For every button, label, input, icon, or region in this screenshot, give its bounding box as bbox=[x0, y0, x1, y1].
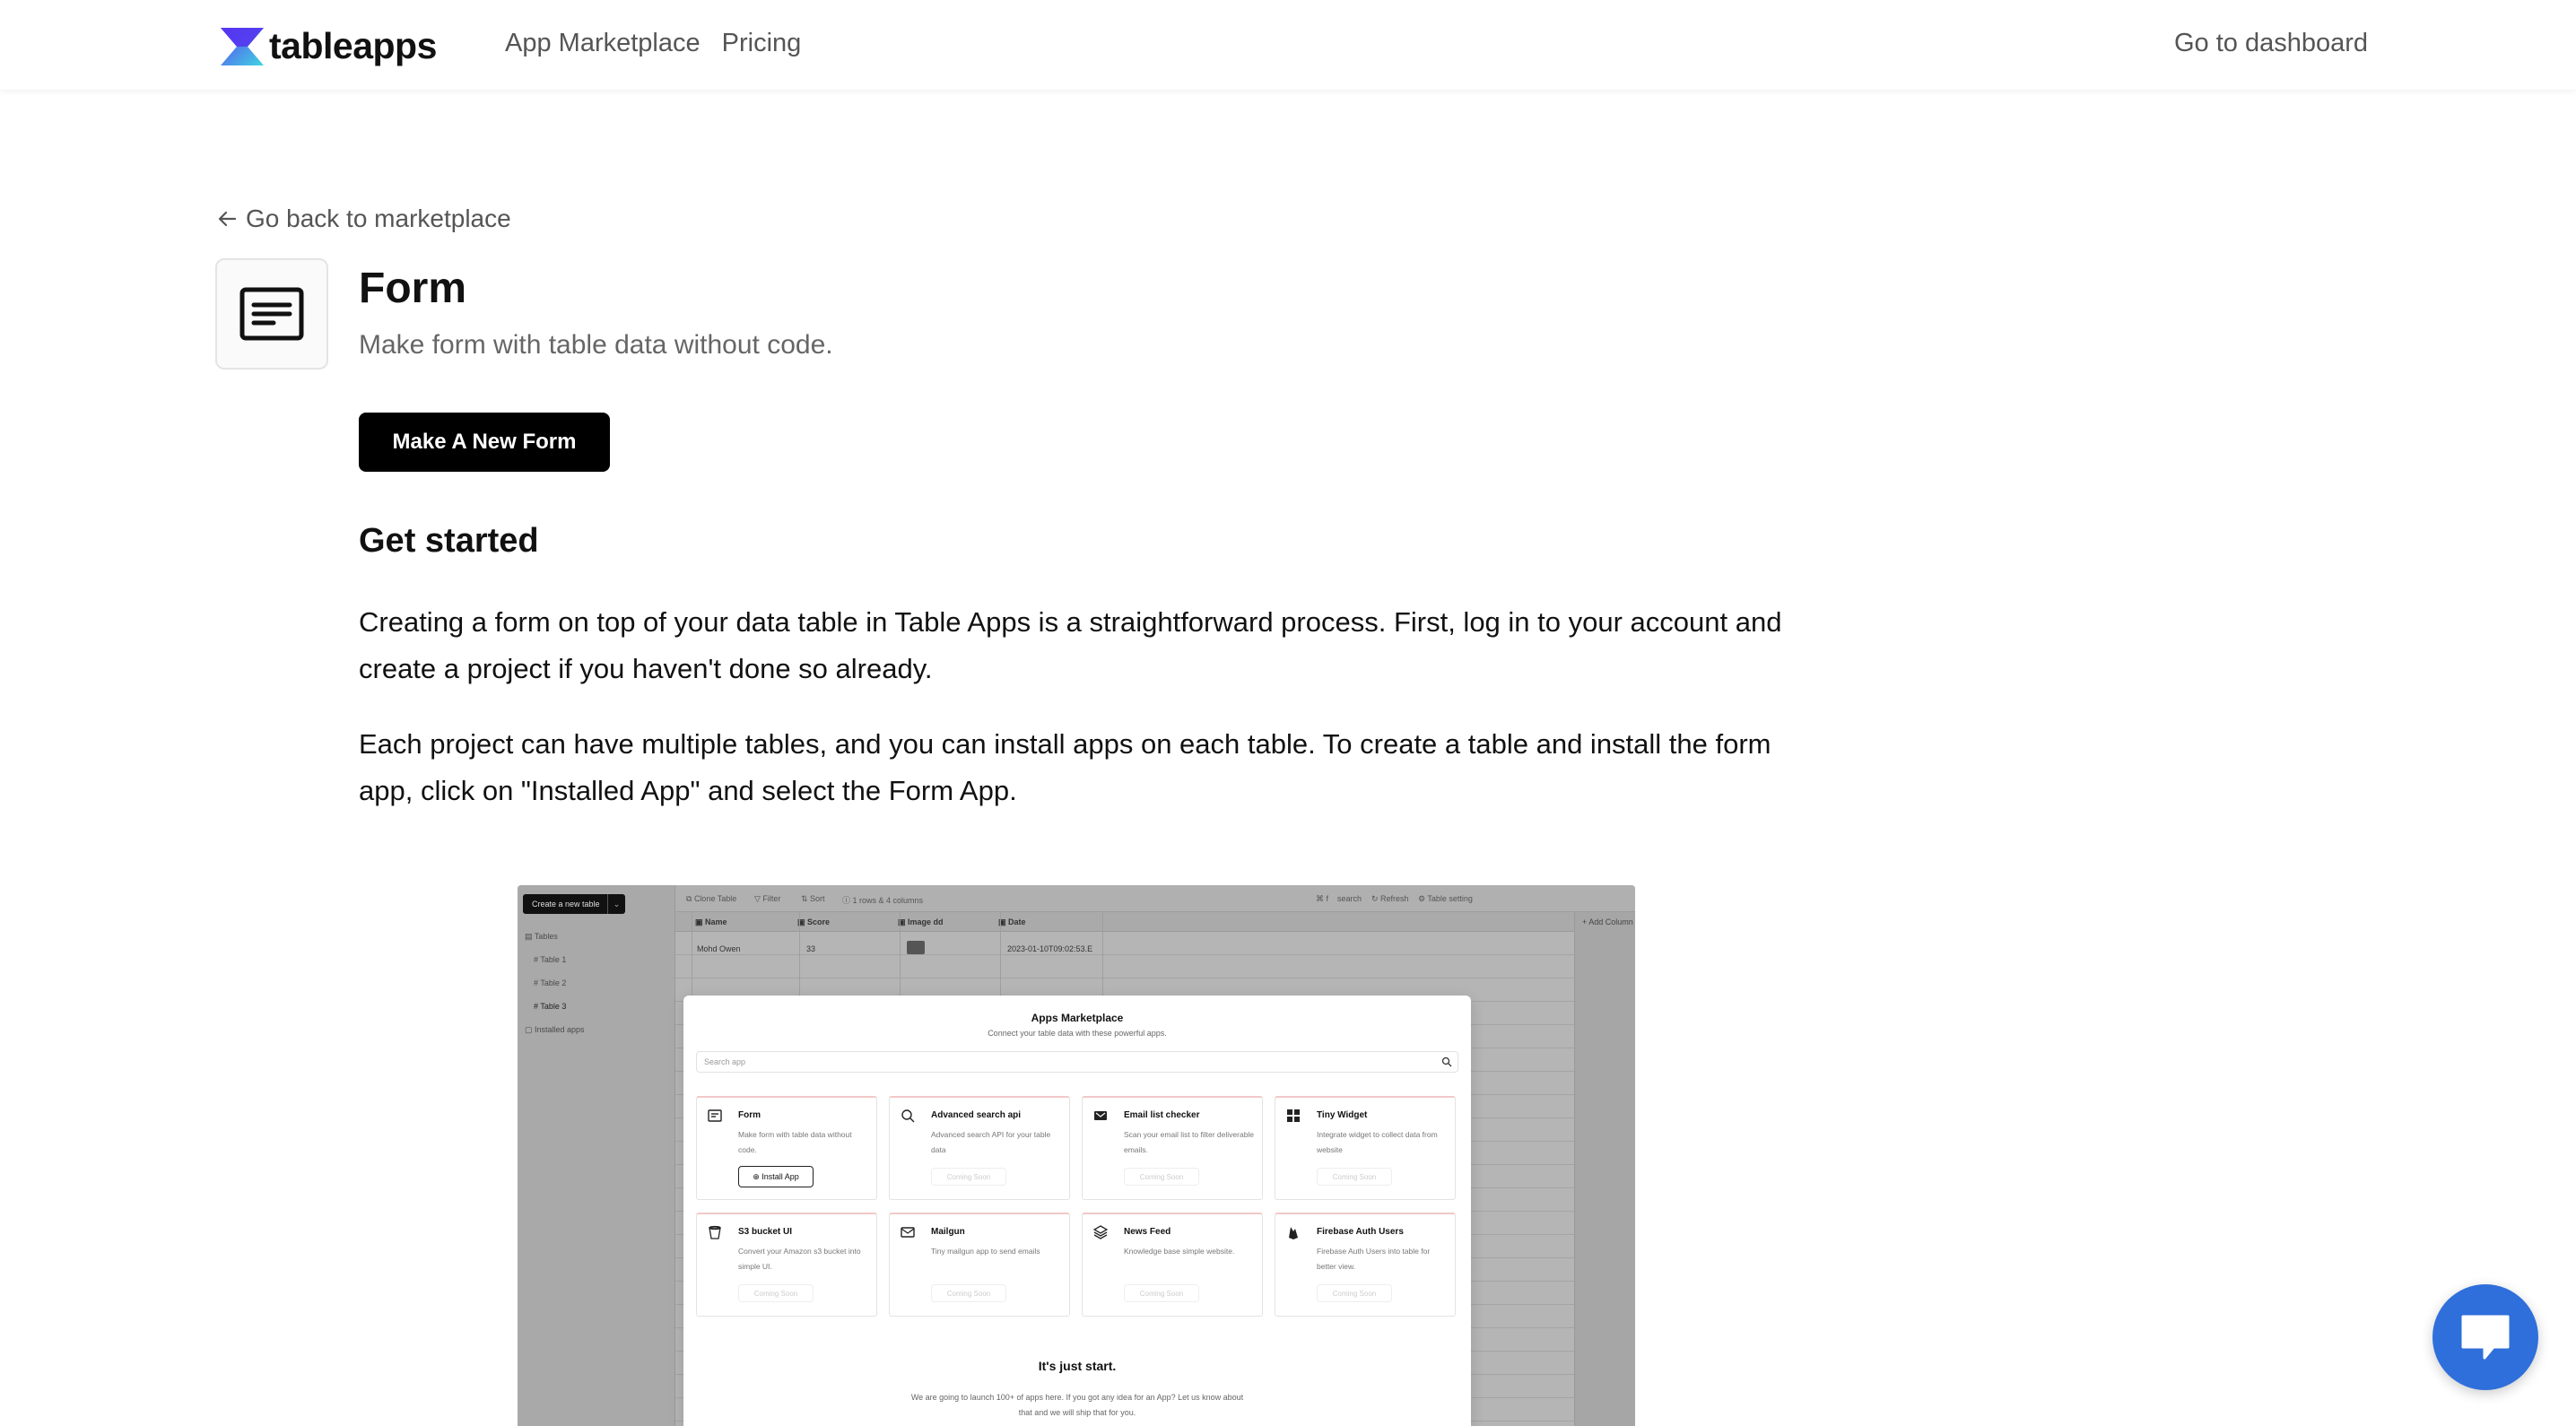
coming-soon-badge: Coming Soon bbox=[1124, 1168, 1199, 1186]
screenshot-tables-label: ▤ Tables bbox=[525, 932, 558, 941]
bucket-icon bbox=[709, 1225, 721, 1239]
get-started-paragraph-1: Creating a form on top of your data tabl… bbox=[359, 606, 1782, 684]
screenshot-table-item: # Table 1 bbox=[534, 955, 567, 964]
app-card-title: Form bbox=[738, 1110, 761, 1120]
nav-app-marketplace[interactable]: App Marketplace bbox=[505, 29, 701, 58]
go-to-dashboard-link[interactable]: Go to dashboard bbox=[2174, 29, 2368, 58]
widget-icon bbox=[1287, 1109, 1300, 1122]
screenshot-table-info: ⓘ 1 rows & 4 columns bbox=[842, 896, 924, 905]
screenshot-installed-apps: ▢ Installed apps bbox=[525, 1025, 585, 1034]
app-card-form: Form Make form with table data without c… bbox=[696, 1096, 877, 1200]
search-icon bbox=[1441, 1056, 1452, 1067]
tutorial-screenshot: Create a new table ⌄ ▤ Tables # Table 1 … bbox=[518, 885, 1635, 1426]
screenshot-col-name: ▣ Name bbox=[695, 917, 727, 926]
app-card-desc: Convert your Amazon s3 bucket into simpl… bbox=[738, 1247, 861, 1271]
mail-icon bbox=[901, 1227, 915, 1238]
app-card-desc: Tiny mailgun app to send emails bbox=[931, 1247, 1040, 1256]
screenshot-cell-name: Mohd Owen bbox=[697, 944, 741, 953]
app-card-title: News Feed bbox=[1124, 1227, 1171, 1237]
main-nav: App Marketplace Pricing bbox=[505, 29, 801, 58]
coming-soon-badge: Coming Soon bbox=[1317, 1168, 1392, 1186]
app-card-desc: Firebase Auth Users into table for bette… bbox=[1317, 1247, 1431, 1271]
coming-soon-badge: Coming Soon bbox=[1124, 1284, 1199, 1302]
apps-marketplace-modal: Apps Marketplace Connect your table data… bbox=[683, 996, 1471, 1426]
screenshot-table-item: # Table 2 bbox=[534, 978, 567, 987]
screenshot-sort: ⇅ Sort bbox=[801, 894, 825, 903]
app-card-desc: Integrate widget to collect data from we… bbox=[1317, 1130, 1438, 1154]
modal-subtitle: Connect your table data with these power… bbox=[988, 1029, 1167, 1038]
app-card-desc: Make form with table data without code. bbox=[738, 1130, 852, 1154]
screenshot-cell-image bbox=[907, 941, 925, 954]
app-card-title: Email list checker bbox=[1124, 1110, 1200, 1120]
app-card-mailgun: Mailgun Tiny mailgun app to send emails … bbox=[889, 1213, 1070, 1317]
app-card-title: Tiny Widget bbox=[1317, 1110, 1368, 1120]
screenshot-toolbar: ⧉ Clone Table ▽ Filter ⇅ Sort ⓘ 1 rows &… bbox=[675, 885, 1635, 912]
back-to-marketplace-link[interactable]: Go back to marketplace bbox=[215, 204, 511, 233]
screenshot-create-table-label: Create a new table bbox=[532, 900, 600, 909]
screenshot-clone-table: ⧉ Clone Table bbox=[686, 894, 737, 903]
screenshot-refresh: ↻ Refresh bbox=[1371, 894, 1409, 903]
screenshot-cell-score: 33 bbox=[806, 944, 816, 953]
search-icon bbox=[901, 1109, 915, 1123]
app-card-desc: Knowledge base simple website. bbox=[1124, 1247, 1235, 1256]
arrow-left-icon bbox=[218, 211, 237, 227]
chevron-down-icon: ⌄ bbox=[607, 894, 625, 914]
screenshot-table-item: # Table 3 bbox=[534, 1002, 567, 1011]
logo-text: tableapps bbox=[269, 25, 437, 66]
get-started-heading: Get started bbox=[359, 522, 539, 560]
app-card-title: Mailgun bbox=[931, 1227, 965, 1237]
coming-soon-badge: Coming Soon bbox=[931, 1284, 1006, 1302]
app-card-s3-bucket: S3 bucket UI Convert your Amazon s3 buck… bbox=[696, 1213, 877, 1317]
coming-soon-badge: Coming Soon bbox=[1317, 1284, 1392, 1302]
screenshot-create-table-button: Create a new table ⌄ bbox=[523, 894, 625, 914]
app-card-desc: Scan your email list to filter deliverab… bbox=[1124, 1130, 1255, 1154]
top-navbar: tableapps App Marketplace Pricing Go to … bbox=[0, 0, 2576, 90]
screenshot-filter: ▽ Filter bbox=[754, 894, 781, 903]
form-icon bbox=[708, 1109, 722, 1122]
screenshot-search: search bbox=[1337, 894, 1362, 903]
coming-soon-badge: Coming Soon bbox=[738, 1284, 814, 1302]
screenshot-col-image: ▣ Image dd bbox=[898, 917, 944, 926]
form-icon bbox=[239, 287, 304, 341]
coming-soon-badge: Coming Soon bbox=[931, 1168, 1006, 1186]
modal-search-input: Search app bbox=[696, 1051, 1458, 1073]
app-card-tiny-widget: Tiny Widget Integrate widget to collect … bbox=[1275, 1096, 1456, 1200]
modal-search-placeholder: Search app bbox=[704, 1057, 746, 1066]
firebase-icon bbox=[1289, 1227, 1298, 1239]
modal-footer-text: We are going to launch 100+ of apps here… bbox=[910, 1393, 1244, 1417]
get-started-paragraph-2: Each project can have multiple tables, a… bbox=[359, 728, 1771, 806]
layers-icon bbox=[1093, 1225, 1108, 1239]
app-card-advanced-search: Advanced search api Advanced search API … bbox=[889, 1096, 1070, 1200]
nav-pricing[interactable]: Pricing bbox=[722, 29, 802, 58]
modal-footer-title: It's just start. bbox=[1038, 1359, 1117, 1373]
tableapps-logo-icon bbox=[221, 27, 264, 65]
app-card-title: Firebase Auth Users bbox=[1317, 1227, 1404, 1237]
screenshot-add-column: + Add Column bbox=[1574, 912, 1635, 1426]
app-subtitle: Make form with table data without code. bbox=[359, 330, 833, 360]
app-card-desc: Advanced search API for your table data bbox=[931, 1130, 1051, 1154]
chat-widget-button[interactable] bbox=[2432, 1284, 2538, 1390]
install-app-button: ⊕ Install App bbox=[738, 1166, 814, 1187]
screenshot-table-header: ▣ Name ▣ Score ▣ Image dd ▣ Date bbox=[675, 912, 1574, 932]
screenshot-sidebar: Create a new table ⌄ ▤ Tables # Table 1 … bbox=[518, 885, 675, 1426]
screenshot-col-score: ▣ Score bbox=[797, 917, 831, 926]
app-title: Form bbox=[359, 265, 466, 312]
make-new-form-button[interactable]: Make A New Form bbox=[359, 413, 610, 472]
app-icon-box bbox=[215, 258, 328, 370]
screenshot-col-date: ▣ Date bbox=[998, 917, 1026, 926]
screenshot-cell-date: 2023-01-10T09:02:53.E bbox=[1007, 944, 1093, 953]
logo-link[interactable]: tableapps bbox=[219, 25, 437, 67]
modal-title: Apps Marketplace bbox=[1031, 1012, 1124, 1024]
app-card-title: Advanced search api bbox=[931, 1110, 1022, 1120]
app-card-title: S3 bucket UI bbox=[738, 1227, 793, 1237]
app-card-email-checker: Email list checker Scan your email list … bbox=[1082, 1096, 1263, 1200]
screenshot-shortcut: ⌘ f bbox=[1316, 894, 1329, 903]
screenshot-table-setting: ⚙ Table setting bbox=[1418, 894, 1473, 903]
chat-icon bbox=[2461, 1315, 2510, 1360]
back-link-label: Go back to marketplace bbox=[246, 204, 511, 232]
app-card-news-feed: News Feed Knowledge base simple website.… bbox=[1082, 1213, 1263, 1317]
app-card-firebase-auth: Firebase Auth Users Firebase Auth Users … bbox=[1275, 1213, 1456, 1317]
mail-check-icon bbox=[1094, 1111, 1107, 1120]
